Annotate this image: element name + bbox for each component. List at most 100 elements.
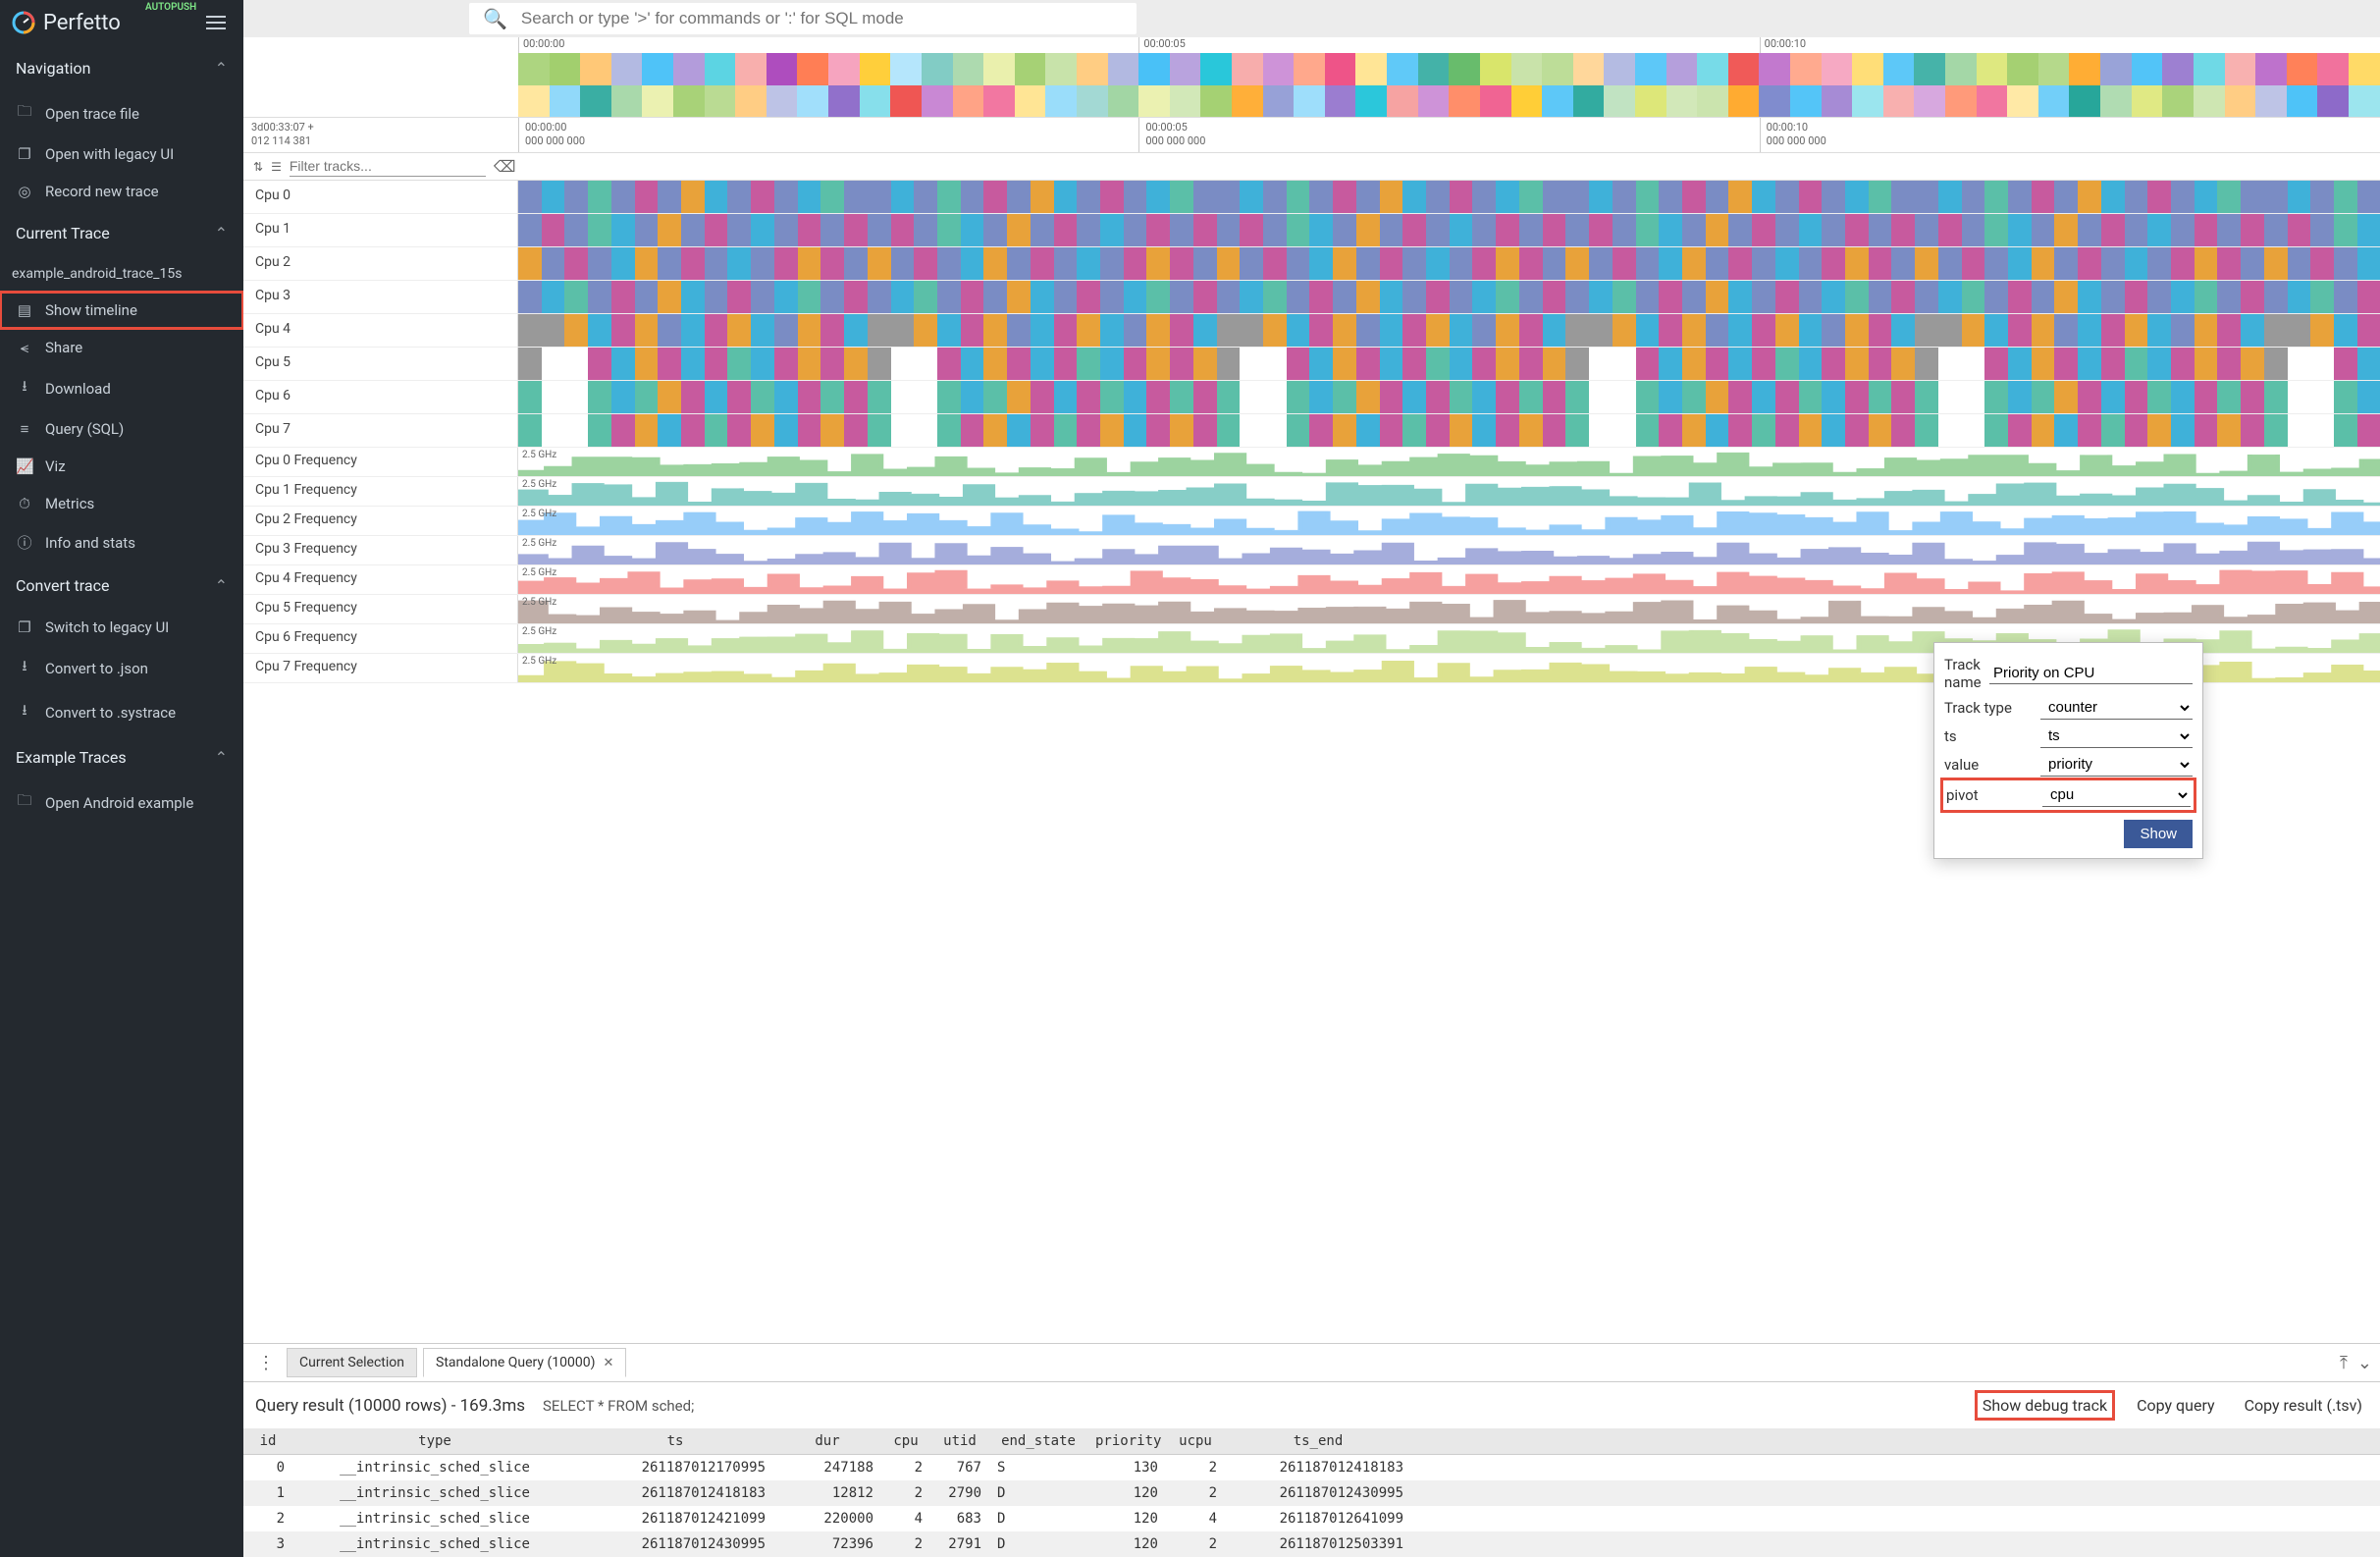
track-label: Cpu 1 Frequency: [243, 477, 518, 506]
show-button[interactable]: Show: [2124, 820, 2193, 848]
value-select[interactable]: priority: [2040, 753, 2193, 777]
col-end_state[interactable]: end_state: [989, 1428, 1087, 1454]
freq-track-row[interactable]: Cpu 4 Frequency2.5 GHz: [243, 565, 2380, 595]
tab-current-selection[interactable]: Current Selection: [287, 1348, 417, 1377]
track-data[interactable]: 2.5 GHz: [518, 477, 2380, 506]
chart-icon: 📈: [16, 457, 33, 475]
freq-track-row[interactable]: Cpu 2 Frequency2.5 GHz: [243, 507, 2380, 536]
cell-id: 1: [243, 1480, 292, 1506]
cpu-track-row[interactable]: Cpu 6: [243, 381, 2380, 414]
table-row[interactable]: 1__intrinsic_sched_slice2611870124181831…: [243, 1480, 2380, 1506]
track-data[interactable]: 2.5 GHz: [518, 448, 2380, 476]
popover-ts-label: ts: [1944, 727, 2033, 745]
filter-tracks-input[interactable]: [290, 156, 486, 177]
track-data[interactable]: [518, 214, 2380, 246]
track-data[interactable]: [518, 414, 2380, 447]
convert-systrace[interactable]: ⭳Convert to .systrace: [0, 690, 243, 734]
show-debug-track-button[interactable]: Show debug track: [1977, 1392, 2113, 1419]
cell-ucpu: 2: [1166, 1455, 1225, 1480]
share[interactable]: ⪪Share: [0, 329, 243, 366]
track-data[interactable]: [518, 314, 2380, 347]
open-trace-file[interactable]: 🗀Open trace file: [0, 91, 243, 135]
track-data[interactable]: [518, 247, 2380, 280]
time-axis[interactable]: 3d00:33:07 +012 114 381 00:00:00000 000 …: [243, 118, 2380, 153]
open-android-example[interactable]: 🗀Open Android example: [0, 780, 243, 825]
result-title: Query result (10000 rows) - 169.3ms: [255, 1396, 525, 1416]
col-utid[interactable]: utid: [930, 1428, 989, 1454]
show-timeline[interactable]: ▤Show timeline: [0, 292, 243, 329]
cpu-track-row[interactable]: Cpu 3: [243, 281, 2380, 314]
search-box[interactable]: 🔍: [469, 3, 1137, 34]
freq-track-row[interactable]: Cpu 5 Frequency2.5 GHz: [243, 595, 2380, 624]
hamburger-menu[interactable]: [200, 10, 232, 35]
example-header[interactable]: Example Traces ⌃: [0, 734, 243, 780]
tracks-area[interactable]: Cpu 0Cpu 1Cpu 2Cpu 3Cpu 4Cpu 5Cpu 6Cpu 7…: [243, 181, 2380, 1343]
col-ucpu[interactable]: ucpu: [1166, 1428, 1225, 1454]
list-icon[interactable]: ☰: [271, 160, 282, 174]
nav-section-header[interactable]: Navigation ⌃: [0, 45, 243, 91]
cpu-track-row[interactable]: Cpu 4: [243, 314, 2380, 348]
tab-standalone-query[interactable]: Standalone Query (10000)✕: [423, 1348, 626, 1377]
track-label: Cpu 0: [243, 181, 518, 213]
col-ts_end[interactable]: ts_end: [1225, 1428, 1411, 1454]
cpu-track-row[interactable]: Cpu 2: [243, 247, 2380, 281]
query-sql[interactable]: ≡Query (SQL): [0, 410, 243, 448]
col-cpu[interactable]: cpu: [881, 1428, 930, 1454]
sort-icon[interactable]: ⇅: [253, 160, 263, 174]
ts-select[interactable]: ts: [2040, 725, 2193, 748]
track-label: Cpu 5 Frequency: [243, 595, 518, 623]
col-id[interactable]: id: [243, 1428, 292, 1454]
switch-legacy[interactable]: ❐Switch to legacy UI: [0, 609, 243, 646]
tabs-menu-icon[interactable]: ⋮: [251, 1353, 281, 1373]
track-name-input[interactable]: [1989, 663, 2193, 684]
chevron-down-icon[interactable]: ⌄: [2357, 1353, 2372, 1373]
cpu-track-row[interactable]: Cpu 0: [243, 181, 2380, 214]
track-label: Cpu 4: [243, 314, 518, 347]
col-priority[interactable]: priority: [1087, 1428, 1166, 1454]
viz[interactable]: 📈Viz: [0, 448, 243, 485]
cpu-track-row[interactable]: Cpu 7: [243, 414, 2380, 448]
track-data[interactable]: [518, 348, 2380, 380]
track-data[interactable]: 2.5 GHz: [518, 507, 2380, 535]
freq-track-row[interactable]: Cpu 1 Frequency2.5 GHz: [243, 477, 2380, 507]
pivot-select[interactable]: cpu: [2042, 783, 2191, 807]
track-data[interactable]: [518, 181, 2380, 213]
minimap[interactable]: 00:00:0000:00:0500:00:10: [243, 37, 2380, 118]
table-row[interactable]: 2__intrinsic_sched_slice2611870124210992…: [243, 1506, 2380, 1531]
info-stats[interactable]: ⓘInfo and stats: [0, 522, 243, 563]
close-icon[interactable]: ✕: [604, 1356, 614, 1370]
track-data[interactable]: [518, 381, 2380, 413]
track-data[interactable]: 2.5 GHz: [518, 536, 2380, 564]
clear-filter-icon[interactable]: ⌫: [494, 157, 516, 176]
download[interactable]: ⭳Download: [0, 366, 243, 410]
track-data[interactable]: [518, 281, 2380, 313]
table-row[interactable]: 0__intrinsic_sched_slice2611870121709952…: [243, 1455, 2380, 1480]
nav-section-title: Navigation: [16, 59, 90, 78]
search-input[interactable]: [521, 9, 1123, 28]
track-type-select[interactable]: counter: [2040, 696, 2193, 720]
track-data[interactable]: 2.5 GHz: [518, 595, 2380, 623]
col-dur[interactable]: dur: [773, 1428, 881, 1454]
cpu-track-row[interactable]: Cpu 5: [243, 348, 2380, 381]
freq-max-label: 2.5 GHz: [522, 626, 556, 637]
copy-query-button[interactable]: Copy query: [2131, 1392, 2221, 1419]
table-row[interactable]: 3__intrinsic_sched_slice2611870124309957…: [243, 1531, 2380, 1557]
record-trace[interactable]: ◎Record new trace: [0, 173, 243, 210]
convert-json[interactable]: ⭳Convert to .json: [0, 646, 243, 690]
collapse-up-icon[interactable]: ⤒: [2340, 1353, 2348, 1373]
freq-track-row[interactable]: Cpu 0 Frequency2.5 GHz: [243, 448, 2380, 477]
track-label: Cpu 3: [243, 281, 518, 313]
copy-result-button[interactable]: Copy result (.tsv): [2239, 1392, 2368, 1419]
cpu-track-row[interactable]: Cpu 1: [243, 214, 2380, 247]
track-label: Cpu 4 Frequency: [243, 565, 518, 594]
open-legacy-ui[interactable]: ❐Open with legacy UI: [0, 135, 243, 173]
database-icon: ≡: [16, 420, 33, 438]
convert-header[interactable]: Convert trace ⌃: [0, 563, 243, 609]
col-ts[interactable]: ts: [577, 1428, 773, 1454]
current-trace-header[interactable]: Current Trace ⌃: [0, 210, 243, 256]
metrics[interactable]: ⏱Metrics: [0, 485, 243, 522]
track-data[interactable]: 2.5 GHz: [518, 565, 2380, 594]
cell-cpu: 2: [881, 1480, 930, 1506]
freq-track-row[interactable]: Cpu 3 Frequency2.5 GHz: [243, 536, 2380, 565]
col-type[interactable]: type: [292, 1428, 577, 1454]
